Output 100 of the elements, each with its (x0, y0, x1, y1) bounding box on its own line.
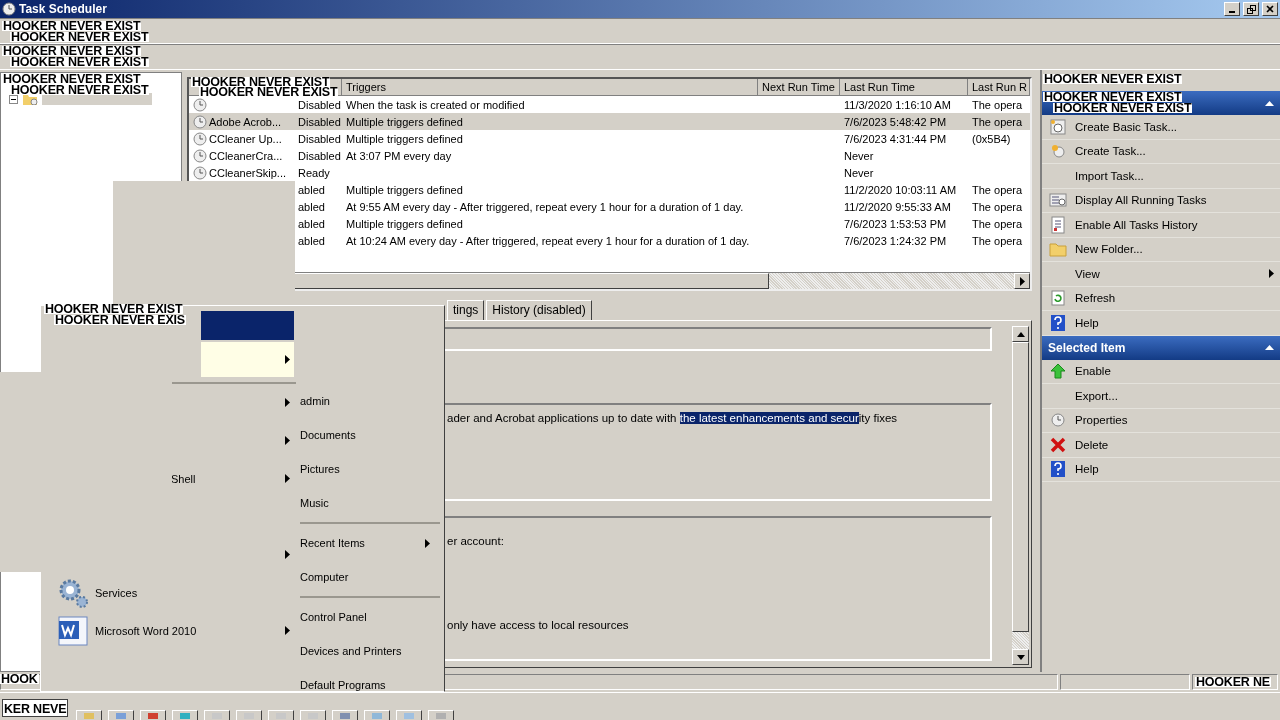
status-text: Disabled (298, 132, 341, 145)
action-item[interactable]: Enable (1042, 359, 1280, 384)
taskbar-button[interactable] (300, 710, 326, 720)
menu-item[interactable]: Default Programs (300, 668, 440, 702)
result-text: The opera (972, 183, 1023, 196)
menu-item[interactable]: Recent Items (300, 526, 440, 560)
action-item[interactable]: Create Task... (1042, 139, 1280, 164)
caption-tooltip: HOOKER NEVER EXIST (1053, 103, 1193, 113)
taskbar-button[interactable] (172, 710, 198, 720)
task-row[interactable]: Adobe Acrob... Disabled Multiple triggers defined 7/6/2023 5:48:42 PM The opera (189, 113, 1030, 130)
window-title: Task Scheduler (19, 2, 108, 16)
gear-icon (57, 577, 89, 609)
action-item[interactable]: Create Basic Task... (1042, 115, 1280, 140)
trigger-text: Multiple triggers defined (346, 115, 463, 128)
result-text: (0x5B4) (972, 132, 1011, 145)
status-text: abled (298, 200, 325, 213)
taskbar-button[interactable] (364, 710, 390, 720)
taskbar-button[interactable] (76, 710, 102, 720)
app-icon (179, 711, 191, 719)
task-clock-icon (1050, 118, 1066, 135)
taskbar-button[interactable] (140, 710, 166, 720)
clock-icon (193, 97, 207, 112)
result-text: The opera (972, 200, 1023, 213)
last-run-text: Never (844, 149, 874, 162)
status-text: Disabled (298, 149, 341, 162)
help-icon (1051, 314, 1065, 331)
trigger-text: At 10:24 AM every day - After triggered, repeat every 1 hour for a duration of 1 day. (346, 234, 750, 247)
caption-tooltip: HOOKER NEVER EXIST (44, 304, 184, 314)
caption-tooltip: HOOKER NEVER EXIST (2, 74, 142, 84)
taskbar-button[interactable] (332, 710, 358, 720)
close-icon (1266, 5, 1274, 13)
scroll-right-button[interactable] (1014, 273, 1030, 289)
down-arrow-icon (1016, 654, 1025, 660)
app-icon (435, 711, 447, 719)
last-run-text: 7/6/2023 1:24:32 PM (844, 234, 947, 247)
scrollbar-track[interactable] (1012, 632, 1029, 649)
section-header[interactable]: Selected Item (1042, 335, 1280, 360)
collapse-icon (1265, 100, 1274, 106)
scroll-up-button[interactable] (1012, 326, 1029, 342)
task-name: CCleaner Up... (209, 132, 282, 145)
menu-item[interactable]: Computer (300, 560, 440, 594)
action-item[interactable]: Import Task... (1042, 164, 1280, 189)
security-text: only have access to local resources (447, 619, 630, 631)
taskbar-button[interactable] (204, 710, 230, 720)
program-label[interactable]: Microsoft Word 2010 (95, 625, 197, 637)
status-text: abled (298, 234, 325, 247)
scrollbar-thumb[interactable] (1012, 342, 1029, 632)
up-arrow-icon (1050, 363, 1066, 380)
taskbar-button[interactable] (268, 710, 294, 720)
minimize-button[interactable] (1224, 2, 1240, 16)
program-label[interactable]: Shell (171, 473, 196, 485)
app-icon (115, 711, 127, 719)
program-label[interactable]: Services (95, 587, 138, 599)
last-run-text: Never (844, 166, 874, 179)
clock-icon (193, 114, 207, 129)
action-item[interactable]: Help (1042, 457, 1280, 482)
refresh-icon (1051, 290, 1065, 307)
action-item[interactable]: Export... (1042, 384, 1280, 409)
action-item[interactable]: Refresh (1042, 286, 1280, 311)
taskbar-button[interactable] (428, 710, 454, 720)
last-run-text: 7/6/2023 4:31:44 PM (844, 132, 947, 145)
status-text: Ready (298, 166, 330, 179)
scroll-down-button[interactable] (1012, 649, 1029, 665)
tab[interactable]: History (disabled) (486, 300, 592, 320)
clock-icon (1051, 413, 1065, 428)
action-item[interactable]: View (1042, 262, 1280, 287)
trigger-text: When the task is created or modified (346, 98, 525, 111)
clock-icon (193, 148, 207, 163)
status-text: Disabled (298, 115, 341, 128)
close-button[interactable] (1262, 2, 1278, 16)
taskbar-button[interactable] (396, 710, 422, 720)
folder-icon (1049, 241, 1067, 258)
caption-tooltip: HOOKER NEVER EXIST (199, 87, 339, 97)
menu-item[interactable]: Pictures (300, 452, 440, 486)
clock-icon (2, 2, 16, 16)
app-icon (403, 711, 415, 719)
action-item[interactable]: New Folder... (1042, 237, 1280, 262)
trigger-text: Multiple triggers defined (346, 132, 463, 145)
expand-icon[interactable] (9, 94, 18, 104)
menu-item[interactable]: admin (300, 384, 440, 418)
tree-item-highlight[interactable] (42, 93, 152, 105)
action-item[interactable]: Display All Running Tasks (1042, 188, 1280, 213)
app-icon (83, 711, 95, 719)
restore-button[interactable] (1243, 2, 1259, 16)
action-item[interactable]: Help (1042, 311, 1280, 336)
menu-item[interactable]: Documents (300, 418, 440, 452)
action-item[interactable]: Properties (1042, 408, 1280, 433)
menu-item[interactable]: Music (300, 486, 440, 520)
result-text: The opera (972, 115, 1023, 128)
action-item[interactable]: Delete (1042, 433, 1280, 458)
menu-item[interactable]: Control Panel (300, 600, 440, 634)
caption-tooltip: HOOKER NEVER EXIST (10, 57, 150, 67)
caption-tooltip: HOOKER NE (1195, 677, 1271, 687)
caption-tooltip: KER NEVE (2, 699, 69, 717)
taskbar-button[interactable] (236, 710, 262, 720)
taskbar-button[interactable] (108, 710, 134, 720)
tab[interactable]: tings (447, 300, 485, 320)
status-text: Disabled (298, 98, 341, 111)
menu-item[interactable]: Devices and Printers (300, 634, 440, 668)
action-item[interactable]: Enable All Tasks History (1042, 213, 1280, 238)
